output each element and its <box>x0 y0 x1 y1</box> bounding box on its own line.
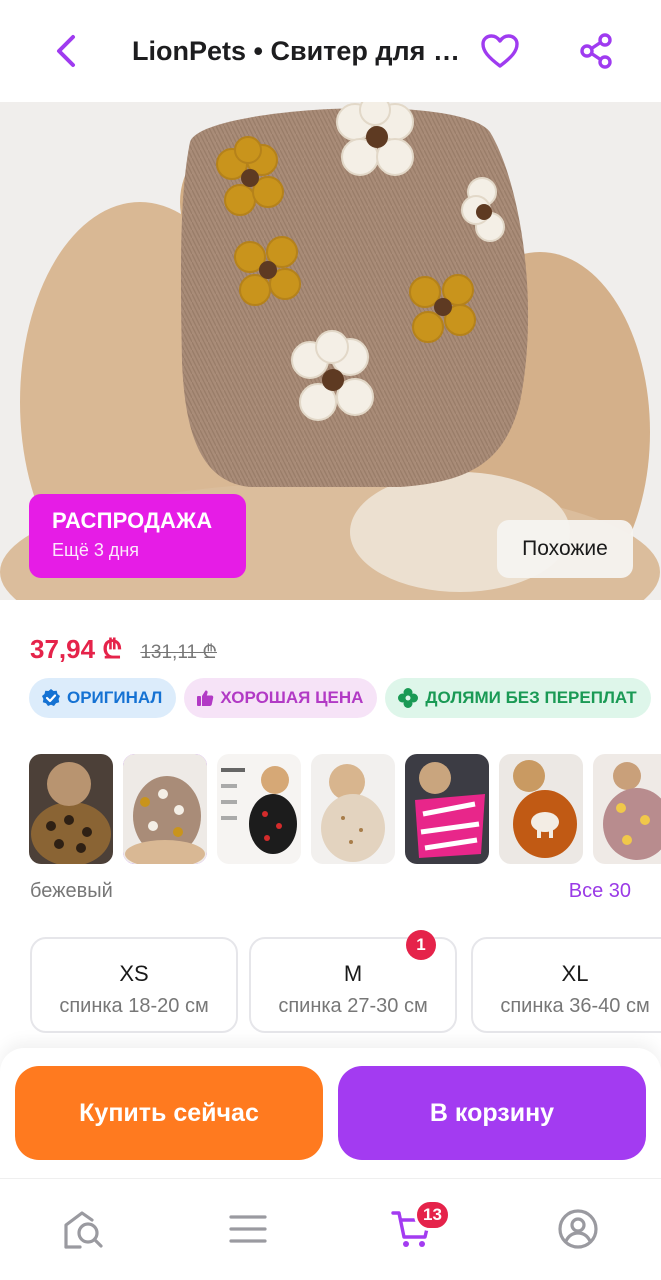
nav-profile[interactable] <box>548 1199 608 1259</box>
variant-thumbnails <box>29 754 661 866</box>
size-name: XL <box>561 961 589 986</box>
size-count-badge: 1 <box>406 930 436 960</box>
action-panel: Купить сейчас В корзину <box>0 1048 661 1178</box>
nav-home[interactable] <box>54 1199 114 1259</box>
sale-title: РАСПРОДАЖА <box>52 508 213 533</box>
size-option-xs[interactable]: XS спинка 18-20 см <box>30 937 238 1033</box>
size-name: XS <box>119 961 149 986</box>
buy-now-button[interactable]: Купить сейчас <box>15 1066 323 1160</box>
top-bar: LionPets • Свитер для с... <box>0 0 661 102</box>
sale-badge[interactable]: РАСПРОДАЖА Ещё 3 дня <box>29 494 246 578</box>
price-row: 37,94 ₾ 131,11 ₾ <box>30 630 217 666</box>
cart-count-badge: 13 <box>414 1199 451 1231</box>
size-name: M <box>343 961 363 986</box>
profile-icon <box>558 1209 598 1249</box>
size-description: спинка 18-20 см <box>59 995 209 1017</box>
old-price: 131,11 ₾ <box>140 642 217 663</box>
size-options: XS спинка 18-20 см M спинка 27-30 см XL … <box>29 936 661 1034</box>
variant-thumbnail-selected[interactable] <box>123 754 207 864</box>
size-option-xl[interactable]: XL спинка 36-40 см <box>471 937 661 1033</box>
chevron-left-icon <box>57 35 75 67</box>
variant-thumbnail[interactable] <box>29 754 113 864</box>
badge-installments[interactable]: ДОЛЯМИ БЕЗ ПЕРЕПЛАТ <box>385 678 651 718</box>
add-to-cart-button[interactable]: В корзину <box>338 1066 646 1160</box>
size-description: спинка 36-40 см <box>500 995 650 1017</box>
badge-original-label: ОРИГИНАЛ <box>67 688 163 707</box>
badges-row: ОРИГИНАЛ ХОРОШАЯ ЦЕНА ДОЛЯМИ БЕЗ ПЕРЕПЛА… <box>29 678 651 718</box>
clover-icon <box>397 687 419 709</box>
badge-good-price-label: ХОРОШАЯ ЦЕНА <box>220 688 364 707</box>
all-variants-link[interactable]: Все 30 <box>569 880 631 903</box>
favorite-button[interactable] <box>478 28 522 74</box>
thumbs-up-icon <box>196 689 214 707</box>
variant-thumbnail[interactable] <box>499 754 583 864</box>
back-button[interactable] <box>44 28 88 74</box>
size-description: спинка 27-30 см <box>278 995 428 1017</box>
home-search-icon <box>64 1211 103 1249</box>
badge-installments-label: ДОЛЯМИ БЕЗ ПЕРЕПЛАТ <box>425 688 637 707</box>
variant-thumbnail[interactable] <box>311 754 395 864</box>
badge-original[interactable]: ОРИГИНАЛ <box>29 678 177 718</box>
selected-color-label: бежевый <box>30 880 113 902</box>
share-button[interactable] <box>574 28 618 74</box>
bottom-nav: 13 <box>0 1178 661 1280</box>
similar-button[interactable]: Похожие <box>497 520 633 578</box>
menu-icon <box>229 1215 267 1243</box>
variant-thumbnail[interactable] <box>593 754 661 864</box>
verified-check-icon <box>41 688 61 708</box>
nav-catalog[interactable] <box>218 1199 278 1259</box>
share-icon <box>580 33 612 69</box>
variant-thumbnail[interactable] <box>405 754 489 864</box>
current-price: 37,94 ₾ <box>30 634 123 664</box>
sale-countdown: Ещё 3 дня <box>52 540 140 560</box>
heart-icon <box>481 34 519 68</box>
variant-thumbnail[interactable] <box>217 754 301 864</box>
badge-good-price[interactable]: ХОРОШАЯ ЦЕНА <box>184 678 378 718</box>
page-title: LionPets • Свитер для с... <box>132 36 468 66</box>
